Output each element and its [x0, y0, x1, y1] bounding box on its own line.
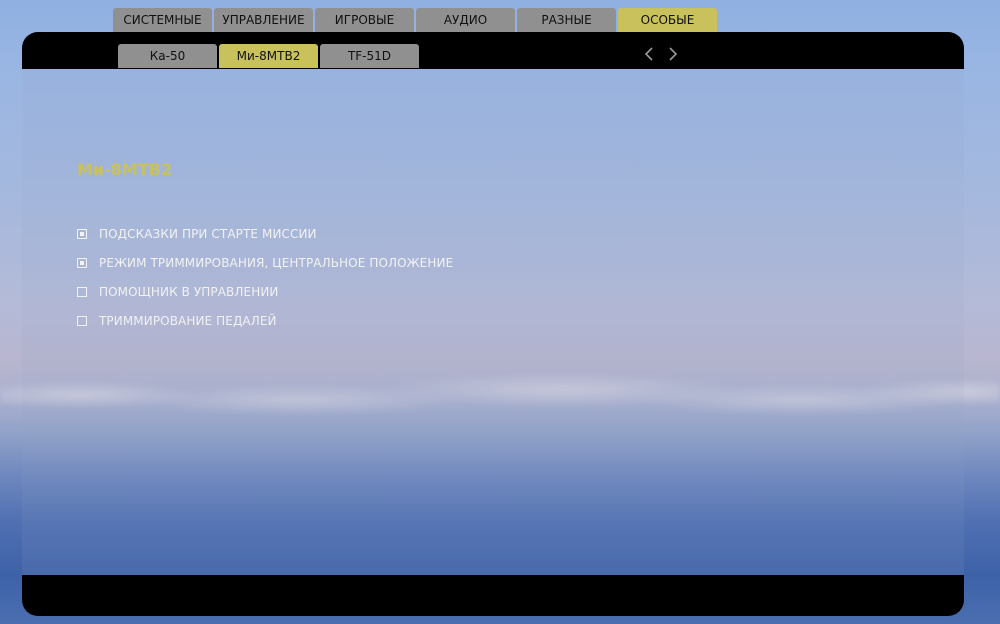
option-label: РЕЖИМ ТРИММИРОВАНИЯ, ЦЕНТРАЛЬНОЕ ПОЛОЖЕН…: [99, 255, 454, 270]
option-trim-center-mode[interactable]: РЕЖИМ ТРИММИРОВАНИЯ, ЦЕНТРАЛЬНОЕ ПОЛОЖЕН…: [77, 248, 453, 277]
checkbox[interactable]: [77, 228, 87, 239]
tab-gameplay[interactable]: ИГРОВЫЕ: [315, 8, 414, 32]
module-tab-bar: Ка-50 Ми-8МТВ2 TF-51D: [118, 44, 419, 68]
tab-system[interactable]: СИСТЕМНЫЕ: [113, 8, 212, 32]
checkbox[interactable]: [77, 315, 87, 326]
check-mark-icon: [80, 260, 84, 265]
option-label: ТРИММИРОВАНИЕ ПЕДАЛЕЙ: [99, 313, 277, 328]
checkbox[interactable]: [77, 257, 87, 268]
options-list: ПОДСКАЗКИ ПРИ СТАРТЕ МИССИИ РЕЖИМ ТРИММИ…: [77, 219, 453, 335]
chevron-left-icon[interactable]: [642, 44, 656, 64]
option-control-helper[interactable]: ПОМОЩНИК В УПРАВЛЕНИИ: [77, 277, 453, 306]
main-tab-bar: СИСТЕМНЫЕ УПРАВЛЕНИЕ ИГРОВЫЕ АУДИО РАЗНЫ…: [113, 8, 717, 32]
module-nav-arrows: [642, 44, 680, 64]
panel-footer-bar: [22, 575, 964, 616]
chevron-right-icon[interactable]: [666, 44, 680, 64]
panel-header-bar: Ка-50 Ми-8МТВ2 TF-51D: [22, 32, 964, 69]
tab-module-ka50[interactable]: Ка-50: [118, 44, 217, 68]
tab-misc[interactable]: РАЗНЫЕ: [517, 8, 616, 32]
option-pedal-trim[interactable]: ТРИММИРОВАНИЕ ПЕДАЛЕЙ: [77, 306, 453, 335]
checkbox[interactable]: [77, 286, 87, 297]
tab-module-mi8[interactable]: Ми-8МТВ2: [219, 44, 318, 68]
settings-panel: Ка-50 Ми-8МТВ2 TF-51D Ми-8МТВ2 ПОДСКАЗКИ…: [22, 32, 964, 616]
check-mark-icon: [80, 231, 84, 236]
option-mission-start-hints[interactable]: ПОДСКАЗКИ ПРИ СТАРТЕ МИССИИ: [77, 219, 453, 248]
option-label: ПОДСКАЗКИ ПРИ СТАРТЕ МИССИИ: [99, 226, 317, 241]
section-title: Ми-8МТВ2: [77, 160, 173, 179]
option-label: ПОМОЩНИК В УПРАВЛЕНИИ: [99, 284, 279, 299]
tab-controls[interactable]: УПРАВЛЕНИЕ: [214, 8, 313, 32]
tab-special[interactable]: ОСОБЫЕ: [618, 8, 717, 32]
tab-module-tf51d[interactable]: TF-51D: [320, 44, 419, 68]
tab-audio[interactable]: АУДИО: [416, 8, 515, 32]
